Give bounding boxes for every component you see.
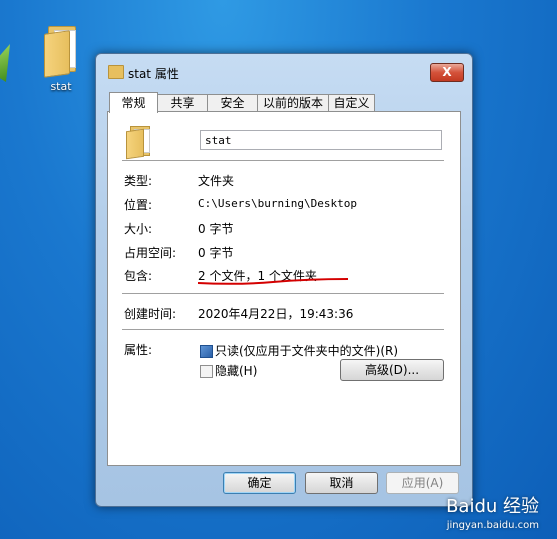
cancel-button[interactable]: 取消 — [305, 472, 378, 494]
attributes-label: 属性: — [124, 343, 153, 357]
apply-button[interactable]: 应用(A) — [386, 472, 459, 494]
hidden-checkbox[interactable] — [200, 365, 213, 378]
watermark-brand: Baidu 经验 — [446, 496, 539, 517]
size-value: 0 字节 — [198, 222, 234, 236]
divider — [122, 329, 444, 330]
folder-icon — [126, 126, 152, 160]
size-on-disk-label: 占用空间: — [124, 246, 177, 260]
properties-dialog: stat 属性 X 常规 共享 安全 以前的版本 自定义 stat 类型: 文件… — [95, 53, 473, 507]
watermark: Baidu 经验 jingyan.baidu.com — [446, 492, 539, 531]
desktop-icon-partial[interactable] — [0, 44, 10, 82]
folder-name-input[interactable]: stat — [200, 130, 442, 150]
readonly-label[interactable]: 只读(仅应用于文件夹中的文件)(R) — [215, 342, 398, 359]
tab-general[interactable]: 常规 — [109, 92, 158, 113]
location-label: 位置: — [124, 198, 153, 212]
hidden-label[interactable]: 隐藏(H) — [215, 362, 257, 379]
type-label: 类型: — [124, 174, 153, 188]
folder-icon — [44, 26, 78, 78]
folder-icon — [108, 65, 124, 79]
tab-previous-versions[interactable]: 以前的版本 — [257, 94, 329, 112]
title-bar[interactable]: stat 属性 X — [96, 54, 472, 88]
desktop-icon-label: stat — [50, 80, 72, 93]
contains-label: 包含: — [124, 269, 153, 283]
size-label: 大小: — [124, 222, 153, 236]
general-panel: stat 类型: 文件夹 位置: C:\Users\burning\Deskto… — [107, 111, 461, 466]
tab-sharing[interactable]: 共享 — [157, 94, 208, 112]
tab-customize[interactable]: 自定义 — [328, 94, 375, 112]
divider — [122, 293, 444, 294]
close-button[interactable]: X — [430, 63, 464, 82]
readonly-checkbox[interactable] — [200, 345, 213, 358]
created-value: 2020年4月22日，19:43:36 — [198, 307, 354, 321]
desktop-folder-stat[interactable]: stat — [36, 26, 86, 93]
dialog-title: stat 属性 — [128, 67, 179, 81]
divider — [122, 160, 444, 161]
created-label: 创建时间: — [124, 307, 177, 321]
location-value: C:\Users\burning\Desktop — [198, 197, 357, 210]
red-underline-annotation — [198, 278, 348, 285]
type-value: 文件夹 — [198, 174, 235, 188]
ok-button[interactable]: 确定 — [223, 472, 296, 494]
size-on-disk-value: 0 字节 — [198, 246, 234, 260]
tab-security[interactable]: 安全 — [207, 94, 258, 112]
advanced-button[interactable]: 高级(D)... — [340, 359, 444, 381]
watermark-url: jingyan.baidu.com — [446, 520, 539, 531]
